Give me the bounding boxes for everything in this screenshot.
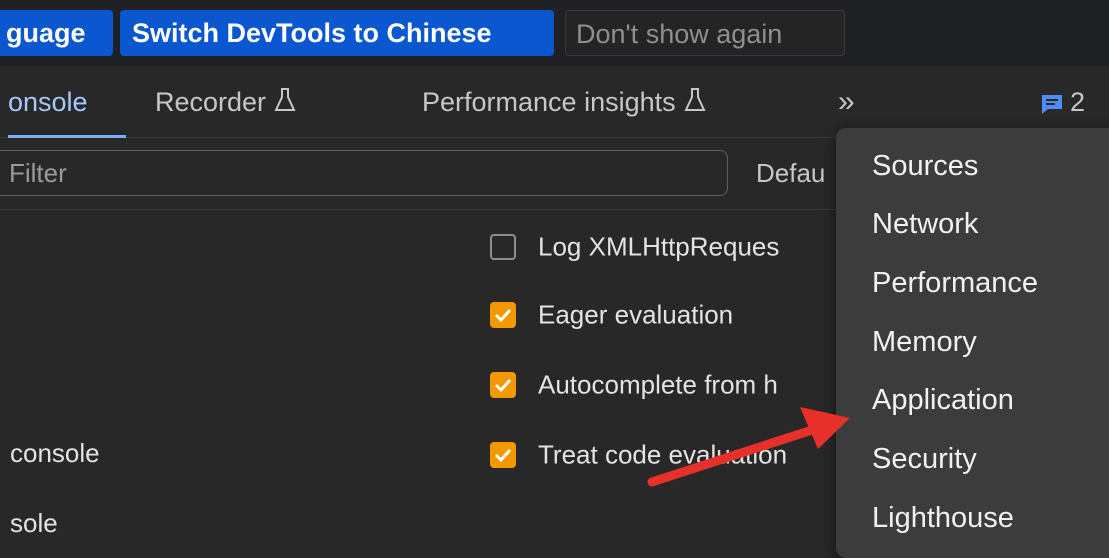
annotation-arrow-icon bbox=[647, 407, 850, 487]
